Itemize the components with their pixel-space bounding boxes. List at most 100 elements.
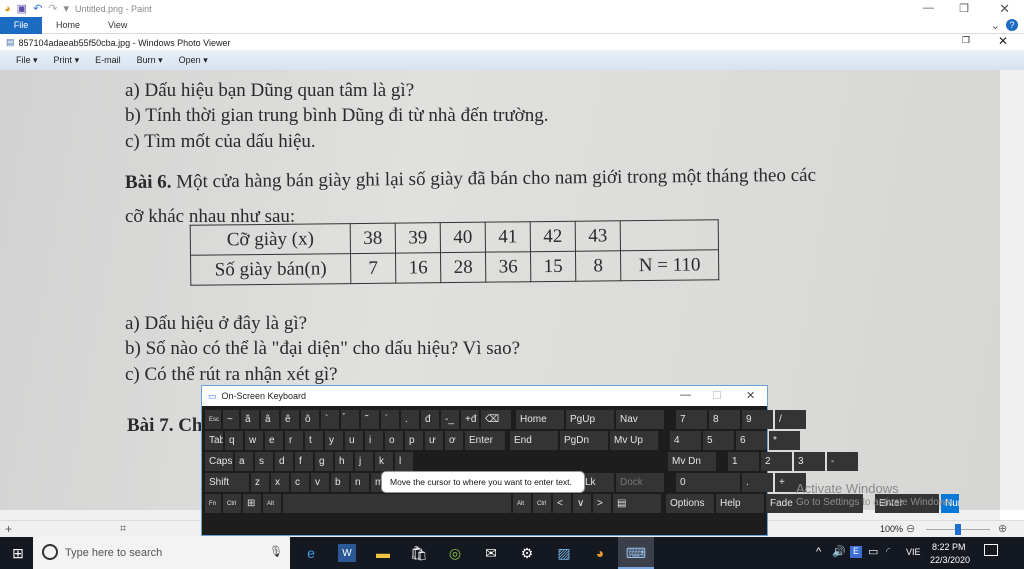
key-v[interactable]: v [311,473,329,492]
key-Alt[interactable]: Alt [263,494,281,513]
osk-maximize-icon[interactable]: ☐ [712,389,722,402]
clock-time[interactable]: 8:22 PM [932,542,966,552]
key-sym10[interactable]: ▤ [613,494,661,513]
key-s[interactable]: s [255,452,273,471]
key-Caps[interactable]: Caps [205,452,233,471]
store-icon[interactable]: 🛍 [410,544,428,562]
key-x[interactable]: x [271,473,289,492]
key-Tab[interactable]: Tab [205,431,223,450]
key-Ctrl[interactable]: Ctrl [223,494,241,513]
key-sym20[interactable]: * [769,431,800,450]
tab-home[interactable]: Home [42,17,94,34]
key-9[interactable]: 9 [742,410,773,429]
key-1[interactable]: 1 [728,452,759,471]
menu-print[interactable]: Print ▾ [54,55,80,66]
key-Esc[interactable]: Esc [205,410,221,429]
pv-close-icon[interactable]: ✕ [998,34,1008,48]
key-u[interactable]: u [345,431,363,450]
battery-icon[interactable]: ▭ [868,545,878,558]
key-sym7[interactable]: < [553,494,571,513]
key-sym10[interactable]: . [401,410,419,429]
menu-file[interactable]: File ▾ [16,55,38,66]
key-PgDn[interactable]: PgDn [560,431,608,450]
zoom-in-icon[interactable]: ⊕ [998,522,1007,535]
key-z[interactable]: z [251,473,269,492]
close-icon[interactable]: ✕ [999,1,1010,17]
key-Enter[interactable]: Enter [465,431,505,450]
osk-minimize-icon[interactable]: — [680,389,691,401]
key-Nav[interactable]: Nav [616,410,664,429]
key-f[interactable]: f [295,452,313,471]
key-n[interactable]: n [351,473,369,492]
key-sym12[interactable]: -_ [441,410,459,429]
microphone-icon[interactable]: 🎙 [269,545,283,558]
app-icon[interactable]: ◎ [446,544,464,562]
mail-icon[interactable]: ✉ [482,544,500,562]
key-0[interactable]: 0 [676,473,740,492]
key-q[interactable]: q [225,431,243,450]
edge-icon[interactable]: e [302,544,320,562]
key-sym20[interactable]: - [827,452,858,471]
key-e[interactable]: e [265,431,283,450]
key-d[interactable]: d [275,452,293,471]
photos-icon[interactable]: ▨ [555,544,573,562]
tab-view[interactable]: View [94,17,141,34]
help-icon[interactable]: ? [1006,19,1018,31]
key-p[interactable]: p [405,431,423,450]
key-Options[interactable]: Options [666,494,714,513]
key-j[interactable]: j [355,452,373,471]
menu-open[interactable]: Open ▾ [179,55,208,66]
pv-restore-icon[interactable]: ❐ [962,35,970,46]
start-windows-icon[interactable]: ⊞ [9,544,27,562]
key-g[interactable]: g [315,452,333,471]
settings-icon[interactable]: ⚙ [518,544,536,562]
key-3[interactable]: 3 [794,452,825,471]
key-sym21[interactable]: / [775,410,806,429]
key-PgUp[interactable]: PgUp [566,410,614,429]
key-End[interactable]: End [510,431,558,450]
save-icon[interactable]: ▣ [17,2,27,15]
key-b[interactable]: b [331,473,349,492]
key-sym12[interactable]: ơ [445,431,463,450]
key-w[interactable]: w [245,431,263,450]
key-6[interactable]: 6 [736,431,767,450]
key-8[interactable]: 8 [709,410,740,429]
key-7[interactable]: 7 [676,410,707,429]
customize-icon[interactable]: ▾ [64,2,70,15]
key-sym9[interactable]: ´ [381,410,399,429]
key-Ctrl[interactable]: Ctrl [533,494,551,513]
key-i[interactable]: i [365,431,383,450]
key-y[interactable]: y [325,431,343,450]
clock-date[interactable]: 22/3/2020 [930,555,970,565]
key-Help[interactable]: Help [716,494,764,513]
paint-icon[interactable]: ◕ [591,544,609,562]
key-Home[interactable]: Home [516,410,564,429]
file-explorer-icon[interactable]: ▬ [374,544,392,562]
zoom-out-icon[interactable]: ⊖ [906,522,915,535]
key-h[interactable]: h [335,452,353,471]
key-Alt[interactable]: Alt [513,494,531,513]
key-t[interactable]: t [305,431,323,450]
key-sym4[interactable]: ê [281,410,299,429]
key-sym11[interactable]: ư [425,431,443,450]
minimize-icon[interactable]: — [923,2,934,14]
key-4[interactable]: 4 [670,431,701,450]
volume-icon[interactable]: 🔊 [832,545,846,558]
show-hidden-icons[interactable]: ^ [816,546,821,558]
key-space[interactable] [283,494,511,513]
key-MvDn[interactable]: Mv Dn [668,452,716,471]
notification-icon[interactable] [984,544,998,556]
key-sym18[interactable]: . [742,473,773,492]
wifi-icon[interactable]: ◜ [886,545,890,558]
key-sym2[interactable]: ⊞ [243,494,261,513]
key-Shift[interactable]: Shift [205,473,249,492]
key-a[interactable]: a [235,452,253,471]
key-sym2[interactable]: ă [241,410,259,429]
taskbar-search-box[interactable]: Type here to search 🎙 [33,537,290,569]
key-2[interactable]: 2 [761,452,792,471]
key-5[interactable]: 5 [703,431,734,450]
key-sym8[interactable]: ∨ [573,494,591,513]
key-l[interactable]: l [395,452,413,471]
key-c[interactable]: c [291,473,309,492]
tab-file[interactable]: File [0,16,42,34]
